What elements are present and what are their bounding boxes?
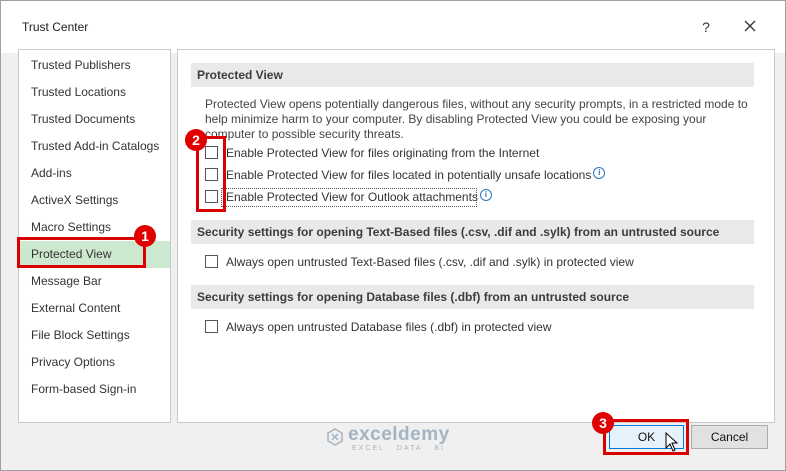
option-label: Always open untrusted Text-Based files (… — [226, 255, 634, 269]
option-label: Enable Protected View for files located … — [226, 168, 592, 182]
checkbox[interactable] — [205, 168, 218, 182]
step-badge-2: 2 — [185, 129, 207, 151]
cancel-button[interactable]: Cancel — [691, 425, 768, 449]
info-icon[interactable]: i — [593, 167, 606, 179]
exceldemy-logo-icon — [327, 428, 343, 446]
checkbox[interactable] — [205, 146, 218, 160]
checkbox[interactable] — [205, 255, 218, 269]
watermark-name: exceldemy — [348, 424, 450, 445]
option-database-files[interactable]: Always open untrusted Database files (.d… — [205, 318, 552, 336]
nav-item-trusted-publishers[interactable]: Trusted Publishers — [19, 52, 170, 79]
option-outlook-attachments[interactable]: Enable Protected View for Outlook attach… — [205, 188, 492, 206]
nav-item-trusted-locations[interactable]: Trusted Locations — [19, 79, 170, 106]
database-header: Security settings for opening Database f… — [191, 285, 754, 309]
option-internet-files[interactable]: Enable Protected View for files originat… — [205, 144, 539, 162]
nav-item-message-bar[interactable]: Message Bar — [19, 268, 170, 295]
nav-item-form-based-sign-in[interactable]: Form-based Sign-in — [19, 376, 170, 403]
nav-item-file-block-settings[interactable]: File Block Settings — [19, 322, 170, 349]
trust-center-dialog: Trust Center ? Trusted Publishers Truste… — [0, 0, 786, 471]
nav-item-external-content[interactable]: External Content — [19, 295, 170, 322]
option-label: Enable Protected View for Outlook attach… — [226, 190, 478, 204]
close-icon — [744, 20, 756, 32]
nav-item-add-ins[interactable]: Add-ins — [19, 160, 170, 187]
option-label: Always open untrusted Database files (.d… — [226, 320, 552, 334]
step-badge-1: 1 — [134, 225, 156, 247]
checkbox[interactable] — [205, 320, 218, 334]
protected-view-header: Protected View — [191, 63, 754, 87]
nav-item-privacy-options[interactable]: Privacy Options — [19, 349, 170, 376]
watermark-tagline: EXCEL · DATA · BI — [352, 445, 445, 452]
nav-item-trusted-add-in-catalogs[interactable]: Trusted Add-in Catalogs — [19, 133, 170, 160]
window-title: Trust Center — [22, 20, 89, 34]
option-label: Enable Protected View for files originat… — [226, 146, 540, 160]
checkbox[interactable] — [205, 190, 218, 204]
help-button[interactable]: ? — [691, 15, 721, 39]
option-text-based-files[interactable]: Always open untrusted Text-Based files (… — [205, 253, 634, 271]
info-icon[interactable]: i — [479, 189, 492, 201]
text-based-header: Security settings for opening Text-Based… — [191, 220, 754, 244]
settings-panel: Protected View Protected View opens pote… — [177, 49, 775, 423]
nav-item-activex-settings[interactable]: ActiveX Settings — [19, 187, 170, 214]
close-button[interactable] — [735, 15, 765, 39]
protected-view-description: Protected View opens potentially dangero… — [205, 97, 748, 141]
title-bar: Trust Center ? — [1, 1, 785, 53]
mouse-cursor-icon — [665, 432, 679, 452]
option-unsafe-locations[interactable]: Enable Protected View for files located … — [205, 166, 606, 184]
nav-item-trusted-documents[interactable]: Trusted Documents — [19, 106, 170, 133]
step-badge-3: 3 — [592, 412, 614, 434]
